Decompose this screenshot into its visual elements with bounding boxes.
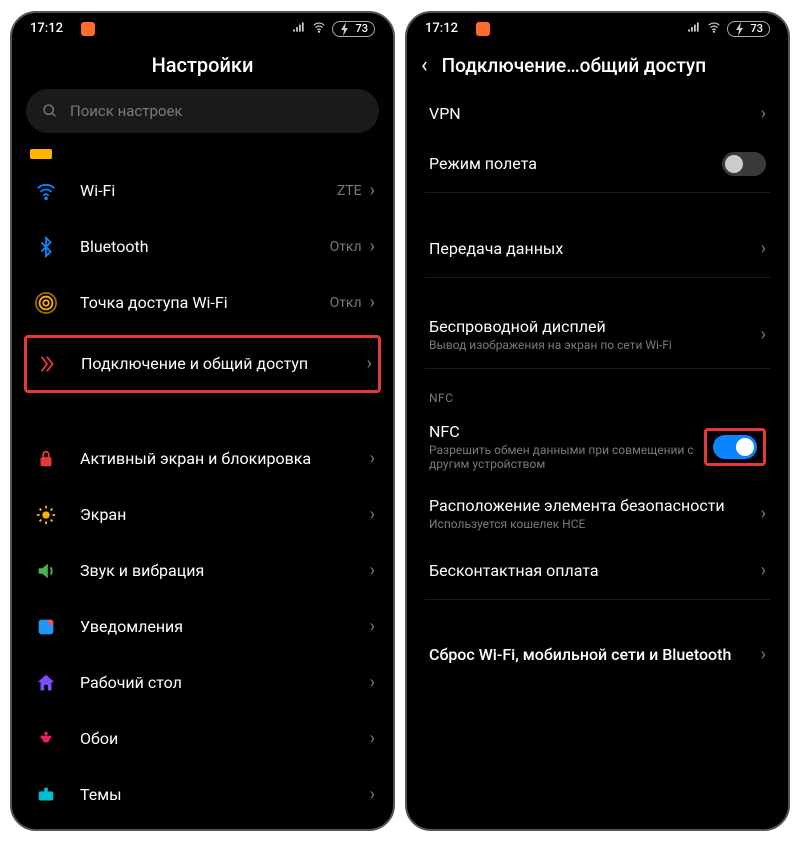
row-label: Точка доступа Wi-Fi [80, 293, 330, 312]
settings-row-sound[interactable]: Звук и вибрация › [26, 543, 379, 599]
settings-row-wallpaper[interactable]: Обои › [26, 711, 379, 767]
chevron-right-icon: › [761, 103, 766, 124]
lock-icon [30, 448, 62, 470]
row-label: Сброс Wi-Fi, мобильной сети и Bluetooth [429, 645, 761, 664]
status-time: 17:12 [425, 21, 458, 36]
chevron-right-icon: › [761, 324, 766, 345]
row-airplane[interactable]: Режим полета [425, 138, 770, 190]
row-vpn[interactable]: VPN › [425, 90, 770, 138]
phone-right: 17:12 73 ‹ Подключение…общий доступ [405, 11, 790, 831]
back-button[interactable]: ‹ [421, 53, 428, 78]
chevron-right-icon: › [761, 644, 766, 665]
chevron-right-icon: › [370, 728, 375, 749]
wifi-icon [312, 20, 326, 38]
row-cast[interactable]: Беспроводной дисплей Вывод изображения н… [425, 304, 770, 366]
row-value: Откл [330, 295, 362, 311]
wifi-icon [30, 180, 62, 202]
search-input[interactable]: Поиск настроек [26, 89, 379, 133]
settings-row-hotspot[interactable]: Точка доступа Wi-Fi Откл › [26, 275, 379, 331]
search-icon [42, 103, 58, 119]
row-label: Wi-Fi [80, 181, 337, 200]
signal-icon [687, 20, 701, 38]
status-bar: 17:12 73 [12, 13, 393, 45]
row-value: Откл [330, 239, 362, 255]
search-placeholder: Поиск настроек [70, 102, 183, 120]
settings-row-themes[interactable]: Темы › [26, 767, 379, 823]
row-label: Рабочий стол [80, 673, 370, 692]
row-label: Подключение и общий доступ [81, 354, 367, 373]
highlighted-nfc-toggle [704, 428, 766, 466]
section-header-nfc: NFC [425, 371, 770, 411]
row-sub: Разрешить обмен данными при совмещении с… [429, 443, 694, 471]
themes-icon [30, 784, 62, 806]
sound-icon [30, 560, 62, 582]
bluetooth-icon [30, 236, 62, 258]
settings-row-notifications[interactable]: Уведомления › [26, 599, 379, 655]
chevron-right-icon: › [370, 616, 375, 637]
row-label: Активный экран и блокировка [80, 449, 370, 468]
chevron-right-icon: › [761, 238, 766, 259]
chevron-right-icon: › [370, 448, 375, 469]
row-label: Уведомления [80, 617, 370, 636]
row-label: Бесконтактная оплата [429, 561, 761, 580]
row-nfc[interactable]: NFC Разрешить обмен данными при совмещен… [425, 411, 770, 483]
settings-row-lock[interactable]: Активный экран и блокировка › [26, 431, 379, 487]
settings-row-home[interactable]: Рабочий стол › [26, 655, 379, 711]
truncated-row[interactable] [26, 139, 379, 159]
row-label: Беспроводной дисплей [429, 317, 761, 336]
row-label: NFC [429, 422, 694, 441]
row-label: Темы [80, 785, 370, 804]
row-label: Обои [80, 729, 370, 748]
home-icon [30, 672, 62, 694]
notification-icon [30, 616, 62, 638]
chevron-right-icon: › [370, 292, 375, 313]
phone-left: 17:12 73 Настройки Поиск настроек [10, 11, 395, 831]
battery-indicator: 73 [727, 21, 770, 37]
row-secure-element[interactable]: Расположение элемента безопасности Испол… [425, 483, 770, 545]
row-label: Режим полета [429, 154, 722, 173]
signal-icon [292, 20, 306, 38]
settings-row-bluetooth[interactable]: Bluetooth Откл › [26, 219, 379, 275]
chevron-right-icon: › [370, 560, 375, 581]
page-title: Подключение…общий доступ [442, 54, 706, 77]
settings-row-display[interactable]: Экран › [26, 487, 379, 543]
settings-row-sharing[interactable]: Подключение и общий доступ › [27, 338, 378, 390]
row-reset[interactable]: Сброс Wi-Fi, мобильной сети и Bluetooth … [425, 624, 770, 686]
row-contactless[interactable]: Бесконтактная оплата › [425, 545, 770, 597]
row-value: ZTE [337, 183, 362, 199]
row-label: Передача данных [429, 239, 761, 258]
chevron-right-icon: › [761, 503, 766, 524]
wifi-icon [707, 20, 721, 38]
page-title: Настройки [12, 45, 393, 89]
sharing-icon [31, 353, 63, 375]
row-sub: Вывод изображения на экран по сети Wi-Fi [429, 338, 761, 352]
row-label: Расположение элемента безопасности [429, 496, 761, 515]
row-label: Звук и вибрация [80, 561, 370, 580]
airplane-toggle[interactable] [722, 152, 766, 176]
chevron-right-icon: › [370, 504, 375, 525]
row-label: VPN [429, 104, 761, 123]
status-time: 17:12 [30, 21, 63, 36]
hotspot-icon [30, 292, 62, 314]
chevron-right-icon: › [367, 353, 372, 374]
sim-icon [30, 149, 52, 159]
nfc-toggle[interactable] [713, 435, 757, 459]
battery-indicator: 73 [332, 21, 375, 37]
chevron-right-icon: › [370, 672, 375, 693]
brightness-icon [30, 504, 62, 526]
chevron-right-icon: › [370, 236, 375, 257]
app-icon [476, 22, 490, 36]
chevron-right-icon: › [370, 784, 375, 805]
chevron-right-icon: › [370, 180, 375, 201]
app-icon [81, 22, 95, 36]
chevron-right-icon: › [761, 560, 766, 581]
row-label: Bluetooth [80, 237, 330, 256]
status-bar: 17:12 73 [407, 13, 788, 45]
row-sub: Используется кошелек HCE [429, 517, 761, 531]
settings-row-wifi[interactable]: Wi-Fi ZTE › [26, 163, 379, 219]
wallpaper-icon [30, 728, 62, 750]
row-label: Экран [80, 505, 370, 524]
row-data[interactable]: Передача данных › [425, 223, 770, 275]
highlighted-row-sharing: Подключение и общий доступ › [24, 335, 381, 393]
